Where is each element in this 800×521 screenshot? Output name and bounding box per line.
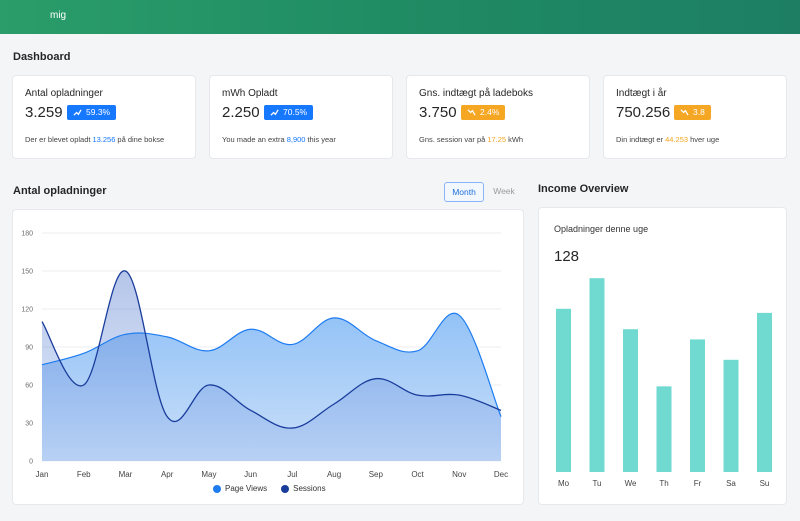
- trend-down-icon: [680, 109, 689, 116]
- footnote-highlight: 13.256: [92, 135, 116, 144]
- y-tick-label: 150: [21, 269, 33, 276]
- legend-item-page-views[interactable]: Page Views: [213, 484, 267, 493]
- trend-up-icon: [73, 109, 82, 116]
- stat-footnote: Gns. session var på 17.25 kWh: [419, 135, 523, 144]
- trend-down-icon: [467, 109, 476, 116]
- page-title: Dashboard: [13, 51, 71, 63]
- x-tick-label: Jun: [244, 470, 257, 479]
- stat-footnote: Din indtægt er 44.253 hver uge: [616, 135, 719, 144]
- bar-x-label: We: [625, 479, 637, 488]
- x-tick-label: Aug: [327, 470, 341, 479]
- trend-badge: 2.4%: [461, 105, 506, 120]
- footnote-highlight: 8,900: [286, 135, 306, 144]
- x-tick-label: Mar: [119, 470, 133, 479]
- footnote-text: You made an extra: [222, 135, 285, 144]
- bar-su[interactable]: [757, 312, 772, 472]
- bar-x-label: Th: [659, 479, 668, 488]
- trend-badge: 59.3%: [67, 105, 117, 120]
- legend-dot: [213, 484, 221, 493]
- brand-name[interactable]: mig: [50, 10, 66, 21]
- area-chart-legend: Page Views Sessions: [213, 484, 326, 493]
- footnote-text: kWh: [508, 135, 524, 144]
- bar-th[interactable]: [656, 386, 672, 472]
- area-chart-card: 0 30 60 90 120 150 180 Jan Feb Mar Apr May Jun Jul Aug…: [12, 209, 524, 505]
- stat-footnote: Der er blevet opladt 13.256 på dine bokse: [25, 135, 164, 144]
- trend-badge-value: 59.3%: [86, 107, 111, 117]
- trend-badge-value: 70.5%: [283, 107, 308, 117]
- y-tick-label: 30: [25, 421, 33, 428]
- footnote-text: på dine bokse: [117, 135, 165, 144]
- bar-tu[interactable]: [589, 278, 605, 472]
- income-overview-title: Income Overview: [538, 183, 629, 195]
- x-tick-label: Apr: [161, 470, 174, 479]
- bar-fr[interactable]: [690, 339, 705, 472]
- stat-card-charges: Antal opladninger 3.259 59.3% Der er ble…: [12, 75, 196, 159]
- stat-label: Gns. indtægt på ladeboks: [419, 88, 533, 99]
- bar-x-label: Sa: [726, 479, 736, 488]
- stat-value: 3.750: [419, 104, 457, 121]
- y-tick-label: 60: [25, 383, 33, 390]
- footnote-highlight: 17.25: [487, 135, 507, 144]
- area-chart-title: Antal opladninger: [13, 185, 107, 197]
- footnote-highlight: 44.253: [665, 135, 689, 144]
- x-tick-label: Oct: [411, 470, 424, 479]
- stat-label: Indtægt i år: [616, 88, 667, 99]
- footnote-text: Din indtægt er: [616, 135, 664, 144]
- footnote-text: hver uge: [690, 135, 720, 144]
- footnote-text: Der er blevet opladt: [25, 135, 91, 144]
- bar-we[interactable]: [623, 329, 638, 472]
- trend-up-icon: [270, 109, 279, 116]
- bar-x-label: Fr: [694, 479, 702, 488]
- stat-value: 3.259: [25, 104, 63, 121]
- stat-label: Antal opladninger: [25, 88, 103, 99]
- x-tick-label: Sep: [369, 470, 384, 479]
- stat-value: 2.250: [222, 104, 260, 121]
- bar-x-label: Su: [760, 479, 770, 488]
- top-bar: mig: [0, 0, 800, 34]
- y-tick-label: 120: [21, 307, 33, 314]
- trend-badge: 70.5%: [264, 105, 314, 120]
- x-tick-label: Jan: [36, 470, 49, 479]
- footnote-text: this year: [307, 135, 336, 144]
- x-tick-label: Nov: [452, 470, 466, 479]
- bar-x-label: Tu: [592, 479, 601, 488]
- bar-mo[interactable]: [556, 308, 571, 472]
- toggle-week-button[interactable]: Week: [488, 182, 520, 202]
- stat-value: 750.256: [616, 104, 671, 121]
- legend-label: Page Views: [225, 484, 268, 493]
- x-tick-label: Dec: [494, 470, 508, 479]
- stat-card-income-per-box: Gns. indtægt på ladeboks 3.750 2.4% Gns.…: [406, 75, 590, 159]
- y-tick-label: 90: [25, 345, 33, 352]
- x-tick-label: Feb: [77, 470, 91, 479]
- trend-badge-value: 3.8: [693, 107, 705, 117]
- legend-item-sessions[interactable]: Sessions: [281, 484, 326, 493]
- trend-badge-value: 2.4%: [480, 107, 500, 117]
- stat-card-yearly-income: Indtægt i år 750.256 3.8 Din indtægt er 4…: [603, 75, 787, 159]
- y-tick-label: 180: [21, 231, 33, 238]
- stat-footnote: You made an extra 8,900 this year: [222, 135, 336, 144]
- area-chart: 0 30 60 90 120 150 180 Jan Feb Mar Apr May Jun Jul Aug…: [21, 231, 508, 480]
- y-tick-label: 0: [29, 459, 33, 466]
- footnote-text: Gns. session var på: [419, 135, 486, 144]
- x-tick-label: May: [201, 470, 216, 479]
- legend-label: Sessions: [293, 484, 326, 493]
- bar-chart: Mo Tu We Th Fr Sa Su: [556, 278, 772, 488]
- stat-card-mwh: mWh Opladt 2.250 70.5% You made an extra…: [209, 75, 393, 159]
- trend-badge: 3.8: [674, 105, 711, 120]
- income-card: Opladninger denne uge 128 Mo Tu We Th Fr Sa Su: [538, 207, 787, 505]
- bar-sa[interactable]: [723, 359, 739, 472]
- toggle-month-button[interactable]: Month: [444, 182, 484, 202]
- bar-x-label: Mo: [558, 479, 570, 488]
- x-tick-label: Jul: [287, 470, 297, 479]
- stat-label: mWh Opladt: [222, 88, 278, 99]
- legend-dot: [281, 484, 290, 493]
